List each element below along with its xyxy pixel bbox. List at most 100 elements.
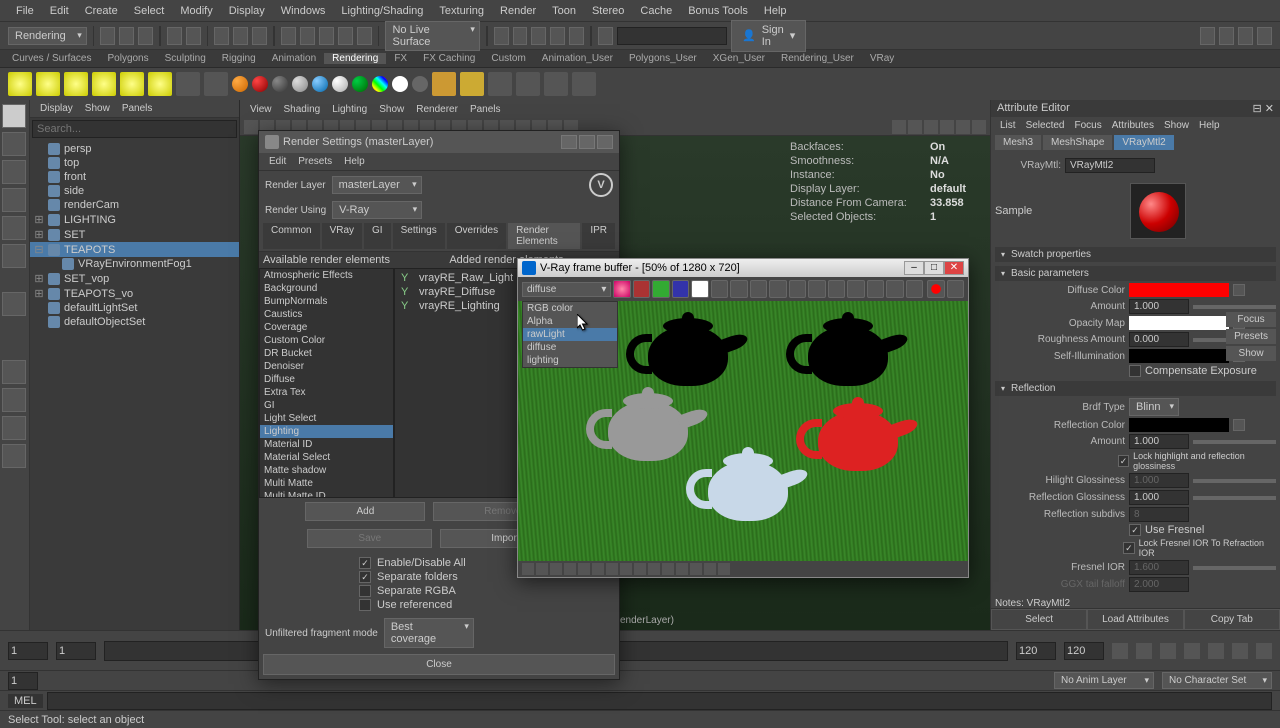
rs-available-item[interactable]: Coverage: [260, 321, 393, 334]
rs-available-item[interactable]: GI: [260, 399, 393, 412]
menu-toon[interactable]: Toon: [544, 5, 584, 17]
shelf-shader4-icon[interactable]: [292, 76, 308, 92]
mel-label[interactable]: MEL: [8, 694, 43, 708]
outliner-item[interactable]: ⊟TEAPOTS: [30, 242, 239, 257]
outliner-item[interactable]: defaultObjectSet: [30, 315, 239, 329]
vfb-footer-icon[interactable]: [564, 563, 576, 575]
menu-help[interactable]: Help: [756, 5, 795, 17]
ae-menu-selected[interactable]: Selected: [1021, 120, 1070, 131]
vfb-red-icon[interactable]: [633, 280, 650, 298]
selfillum-swatch[interactable]: [1129, 349, 1229, 363]
shelf-shader5-icon[interactable]: [312, 76, 328, 92]
outliner-search[interactable]: [32, 120, 237, 138]
shelf-tex3-icon[interactable]: [488, 72, 512, 96]
vp-icon[interactable]: [908, 120, 922, 134]
vfb-blue-icon[interactable]: [672, 280, 689, 298]
rs-tab-gi[interactable]: GI: [364, 223, 391, 249]
rs-available-item[interactable]: DR Bucket: [260, 347, 393, 360]
vfb-footer-icon[interactable]: [634, 563, 646, 575]
play-start-icon[interactable]: [1112, 643, 1128, 659]
shelf-tab-rigging[interactable]: Rigging: [214, 53, 264, 64]
step-forward-icon[interactable]: [1232, 643, 1248, 659]
vp-menu-panels[interactable]: Panels: [464, 104, 507, 115]
move-tool-icon[interactable]: [2, 188, 26, 212]
vfb-channel-option[interactable]: lighting: [523, 354, 617, 367]
time-start[interactable]: [8, 642, 48, 660]
vp-menu-view[interactable]: View: [244, 104, 278, 115]
shelf-tex6-icon[interactable]: [572, 72, 596, 96]
fresnel-check[interactable]: ✓: [1129, 524, 1141, 536]
ae-menu-help[interactable]: Help: [1194, 120, 1225, 131]
outliner-item[interactable]: front: [30, 170, 239, 184]
rs-layer-dropdown[interactable]: masterLayer: [332, 176, 422, 194]
shelf-light3-icon[interactable]: [64, 72, 88, 96]
rs-available-item[interactable]: Light Select: [260, 412, 393, 425]
vfb-footer-icon[interactable]: [676, 563, 688, 575]
amount-slider[interactable]: [1193, 305, 1276, 309]
menu-stereo[interactable]: Stereo: [584, 5, 632, 17]
ae-presets-button[interactable]: Presets: [1226, 329, 1276, 344]
ae-menu-show[interactable]: Show: [1159, 120, 1194, 131]
shelf-tab-anim-user[interactable]: Animation_User: [534, 53, 621, 64]
vfb-mono-icon[interactable]: [711, 280, 728, 298]
rs-available-item[interactable]: Custom Color: [260, 334, 393, 347]
outliner-item[interactable]: top: [30, 156, 239, 170]
vfb-footer-icon[interactable]: [648, 563, 660, 575]
refl-color-swatch[interactable]: [1129, 418, 1229, 432]
ae-load-button[interactable]: Load Attributes: [1087, 609, 1183, 630]
live-surface-dropdown[interactable]: No Live Surface: [385, 21, 479, 51]
vfb-clear-icon[interactable]: [769, 280, 786, 298]
ae-close-icon[interactable]: ⊟ ✕: [1253, 102, 1275, 115]
rs-add-button[interactable]: Add: [305, 502, 425, 521]
vfb-track-icon[interactable]: [847, 280, 864, 298]
roughness-input[interactable]: [1129, 332, 1189, 347]
layout-persp-icon[interactable]: [2, 416, 26, 440]
layout-single-icon[interactable]: [2, 360, 26, 384]
ipr-icon[interactable]: [531, 27, 546, 45]
rs-available-item[interactable]: Multi Matte ID: [260, 490, 393, 498]
rs-save-button[interactable]: Save: [307, 529, 432, 548]
outliner-item[interactable]: ⊞SET_vop: [30, 271, 239, 286]
vp-menu-lighting[interactable]: Lighting: [326, 104, 373, 115]
minimize-icon[interactable]: –: [904, 261, 924, 275]
outliner-item[interactable]: VRayEnvironmentFog1: [30, 257, 239, 271]
step-back-icon[interactable]: [1160, 643, 1176, 659]
layout-outliner-icon[interactable]: [2, 444, 26, 468]
rs-menu-help[interactable]: Help: [338, 156, 371, 167]
vfb-green-icon[interactable]: [652, 280, 669, 298]
minimize-icon[interactable]: [561, 135, 577, 149]
vfb-footer-icon[interactable]: [578, 563, 590, 575]
vfb-titlebar[interactable]: V-Ray frame buffer - [50% of 1280 x 720]…: [518, 259, 968, 277]
vfb-channel-option[interactable]: Alpha: [523, 315, 617, 328]
ae-section-reflection[interactable]: Reflection: [995, 381, 1276, 396]
layout3-icon[interactable]: [1238, 27, 1253, 45]
vfb-footer-icon[interactable]: [718, 563, 730, 575]
time-range-start[interactable]: [56, 642, 96, 660]
vfb-footer-icon[interactable]: [592, 563, 604, 575]
rs-available-item[interactable]: Diffuse: [260, 373, 393, 386]
rs-tab-vray[interactable]: VRay: [322, 223, 362, 249]
layout2-icon[interactable]: [1219, 27, 1234, 45]
rs-close-button[interactable]: Close: [263, 654, 615, 675]
lock-gloss-check[interactable]: ✓: [1118, 455, 1129, 467]
shelf-btn-icon[interactable]: [176, 72, 200, 96]
shelf-shader7-icon[interactable]: [352, 76, 368, 92]
shelf-shader8-icon[interactable]: [372, 76, 388, 92]
shelf-light2-icon[interactable]: [36, 72, 60, 96]
vfb-stop-icon[interactable]: [947, 280, 964, 298]
menu-render[interactable]: Render: [492, 5, 544, 17]
layout-icon[interactable]: [1200, 27, 1215, 45]
ae-focus-button[interactable]: Focus: [1226, 312, 1276, 327]
shelf-tab-custom[interactable]: Custom: [483, 53, 533, 64]
map-button-icon[interactable]: [1233, 284, 1245, 296]
snap-grid-icon[interactable]: [281, 27, 296, 45]
last-tool-icon[interactable]: [2, 292, 26, 316]
paint-select-icon[interactable]: [252, 27, 267, 45]
rs-tab-ipr[interactable]: IPR: [582, 223, 615, 249]
render-settings-icon[interactable]: [550, 27, 565, 45]
rs-available-item[interactable]: Multi Matte: [260, 477, 393, 490]
checkbox[interactable]: ✓: [359, 557, 371, 569]
shelf-light5-icon[interactable]: [120, 72, 144, 96]
shelf-shader2-icon[interactable]: [252, 76, 268, 92]
vp-menu-show[interactable]: Show: [373, 104, 410, 115]
